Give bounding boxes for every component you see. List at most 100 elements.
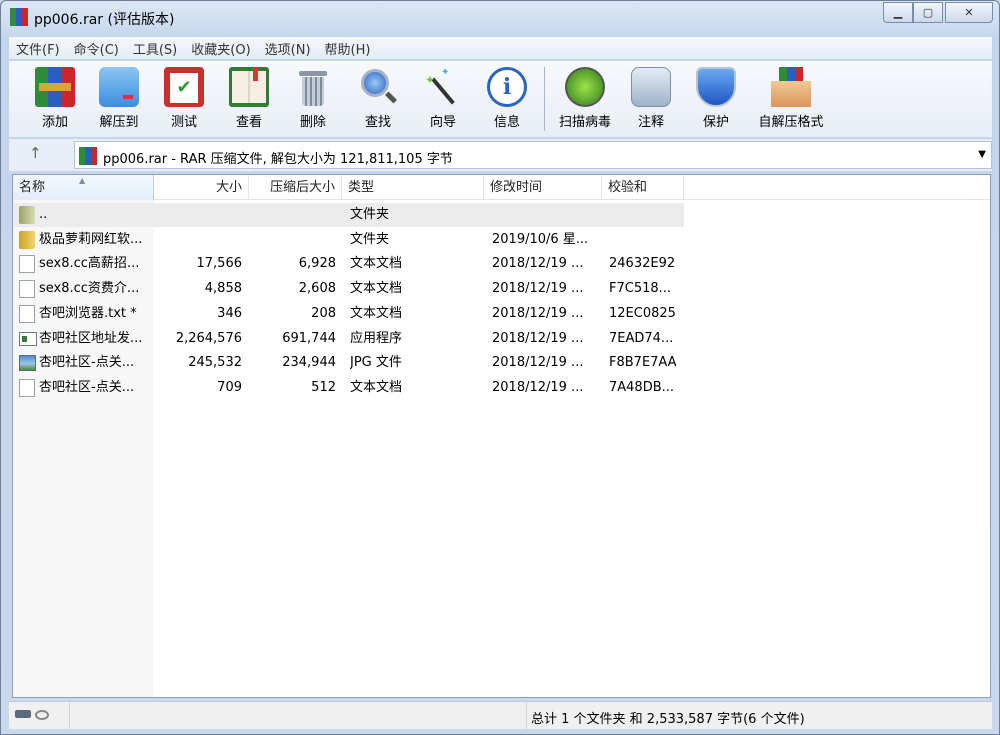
file-size xyxy=(154,228,242,252)
file-packed-size: 234,944 xyxy=(282,355,336,371)
add-button[interactable]: 添加 xyxy=(24,67,86,130)
file-crc: 7EAD74... xyxy=(609,330,674,346)
up-folder-button[interactable]: ↑ xyxy=(29,144,42,162)
test-button[interactable]: ✔ 测试 xyxy=(153,67,215,130)
shield-icon xyxy=(696,67,736,107)
delete-button[interactable]: 删除 xyxy=(282,67,344,130)
winrar-logo-icon xyxy=(10,8,28,26)
menu-favorites[interactable]: 收藏夹(O) xyxy=(184,39,257,58)
file-name: 杏吧社区地址发... xyxy=(39,330,143,346)
winrar-window: pp006.rar (评估版本) ▁ ▢ ✕ 文件(F) 命令(C) 工具(S)… xyxy=(0,0,1000,735)
file-crc: 7A48DB... xyxy=(609,379,675,395)
file-crc: F7C518... xyxy=(609,281,672,297)
path-text: pp006.rar - RAR 压缩文件, 解包大小为 121,811,105 … xyxy=(103,152,453,167)
key-icon[interactable] xyxy=(35,710,49,720)
view-button[interactable]: 查看 xyxy=(218,67,280,130)
path-dropdown[interactable]: pp006.rar - RAR 压缩文件, 解包大小为 121,811,105 … xyxy=(74,141,992,169)
file-row[interactable]: 杏吧浏览器.txt * 346 208 文本文档 2018/12/19 ... … xyxy=(13,302,684,326)
virus-scan-button[interactable]: 扫描病毒 xyxy=(553,67,617,130)
file-row[interactable]: 杏吧社区-点关... 245,532 234,944 JPG 文件 2018/1… xyxy=(13,351,684,375)
comment-icon xyxy=(631,67,671,107)
info-icon: i xyxy=(487,67,527,107)
file-name: 极品萝莉网红软... xyxy=(39,231,143,247)
status-divider xyxy=(69,702,70,730)
sfx-button[interactable]: 自解压格式 xyxy=(749,67,833,130)
menu-help[interactable]: 帮助(H) xyxy=(318,39,378,58)
text-file-icon xyxy=(19,304,35,323)
file-name: 杏吧社区-点关... xyxy=(39,355,135,371)
menu-tools[interactable]: 工具(S) xyxy=(126,39,184,58)
column-header-modified[interactable]: 修改时间 xyxy=(484,175,602,200)
file-packed-size xyxy=(249,228,336,252)
status-divider xyxy=(526,702,527,730)
file-modified: 2018/12/19 ... xyxy=(492,305,584,321)
file-crc xyxy=(609,228,684,252)
file-packed-size: 2,608 xyxy=(298,281,336,297)
minimize-button[interactable]: ▁ xyxy=(883,2,913,23)
column-header-name[interactable]: 名称 ▲ xyxy=(13,175,154,200)
file-type: 应用程序 xyxy=(350,330,403,346)
file-size: 2,264,576 xyxy=(175,330,242,346)
text-file-icon xyxy=(19,255,35,274)
window-title: pp006.rar (评估版本) xyxy=(34,12,175,28)
text-file-icon xyxy=(19,280,35,299)
wizard-button[interactable]: ✦ ✦ 向导 xyxy=(412,67,474,130)
column-header-type[interactable]: 类型 xyxy=(342,175,484,200)
file-row[interactable]: .. 文件夹 xyxy=(13,203,684,227)
menu-options[interactable]: 选项(N) xyxy=(258,39,318,58)
file-size: 709 xyxy=(217,379,242,395)
file-size: 245,532 xyxy=(188,355,242,371)
column-header-size[interactable]: 大小 xyxy=(154,175,249,200)
file-type: 文件夹 xyxy=(350,207,390,222)
sfx-box-icon xyxy=(771,67,811,107)
menu-bar: 文件(F) 命令(C) 工具(S) 收藏夹(O) 选项(N) 帮助(H) xyxy=(9,37,992,59)
maximize-button[interactable]: ▢ xyxy=(913,2,943,23)
menu-commands[interactable]: 命令(C) xyxy=(67,39,126,58)
column-header-packed[interactable]: 压缩后大小 xyxy=(249,175,342,200)
file-name: sex8.cc资费介... xyxy=(39,281,140,297)
file-type: 文本文档 xyxy=(350,281,403,297)
magnifier-icon xyxy=(358,67,398,107)
column-header-crc[interactable]: 校验和 xyxy=(602,175,684,200)
status-bar: 总计 1 个文件夹 和 2,533,587 字节(6 个文件) xyxy=(9,701,992,730)
text-file-icon xyxy=(19,378,35,397)
file-list: 名称 ▲ 大小 压缩后大小 类型 修改时间 校验和 .. 文件夹 极品萝莉网红软.… xyxy=(12,174,991,698)
file-name: .. xyxy=(39,207,48,222)
file-row[interactable]: 极品萝莉网红软... 文件夹 2019/10/6 星... xyxy=(13,228,684,252)
test-clipboard-icon: ✔ xyxy=(164,67,204,107)
dropdown-arrow-icon[interactable]: ▼ xyxy=(978,149,986,160)
folder-icon xyxy=(19,230,35,249)
sort-ascending-icon: ▲ xyxy=(79,176,86,185)
info-button[interactable]: i 信息 xyxy=(476,67,538,130)
file-modified xyxy=(492,203,600,227)
virus-scan-icon xyxy=(565,67,605,107)
file-name: sex8.cc高薪招... xyxy=(39,256,140,272)
file-size: 17,566 xyxy=(196,256,243,272)
toolbar: 添加 解压到 ✔ 测试 查看 删除 查找 ✦ ✦ 向导 i 信息 扫描病毒 注释 保护 … xyxy=(9,61,992,137)
extract-folder-icon xyxy=(99,67,139,107)
wizard-wand-icon: ✦ ✦ xyxy=(423,67,463,107)
file-row[interactable]: sex8.cc高薪招... 17,566 6,928 文本文档 2018/12/… xyxy=(13,252,684,276)
extract-to-button[interactable]: 解压到 xyxy=(88,67,150,130)
close-button[interactable]: ✕ xyxy=(945,2,993,23)
comment-button[interactable]: 注释 xyxy=(620,67,682,130)
file-modified: 2018/12/19 ... xyxy=(492,379,584,395)
protect-button[interactable]: 保护 xyxy=(685,67,747,130)
file-crc: 24632E92 xyxy=(609,256,676,272)
file-modified: 2018/12/19 ... xyxy=(492,330,584,346)
file-size: 4,858 xyxy=(204,281,242,297)
menu-file[interactable]: 文件(F) xyxy=(9,39,67,58)
file-row[interactable]: 杏吧社区-点关... 709 512 文本文档 2018/12/19 ... 7… xyxy=(13,376,684,400)
file-row[interactable]: sex8.cc资费介... 4,858 2,608 文本文档 2018/12/1… xyxy=(13,277,684,301)
list-header: 名称 ▲ 大小 压缩后大小 类型 修改时间 校验和 xyxy=(13,175,990,200)
file-type: 文件夹 xyxy=(350,231,390,247)
view-book-icon xyxy=(229,67,269,107)
file-packed-size: 208 xyxy=(311,305,336,321)
file-row[interactable]: 杏吧社区地址发... 2,264,576 691,744 应用程序 2018/1… xyxy=(13,327,684,351)
file-type: 文本文档 xyxy=(350,379,403,395)
application-icon xyxy=(19,331,37,346)
file-modified: 2018/12/19 ... xyxy=(492,281,584,297)
find-button[interactable]: 查找 xyxy=(347,67,409,130)
folder-icon xyxy=(19,206,35,224)
file-modified: 2019/10/6 星... xyxy=(492,231,589,247)
